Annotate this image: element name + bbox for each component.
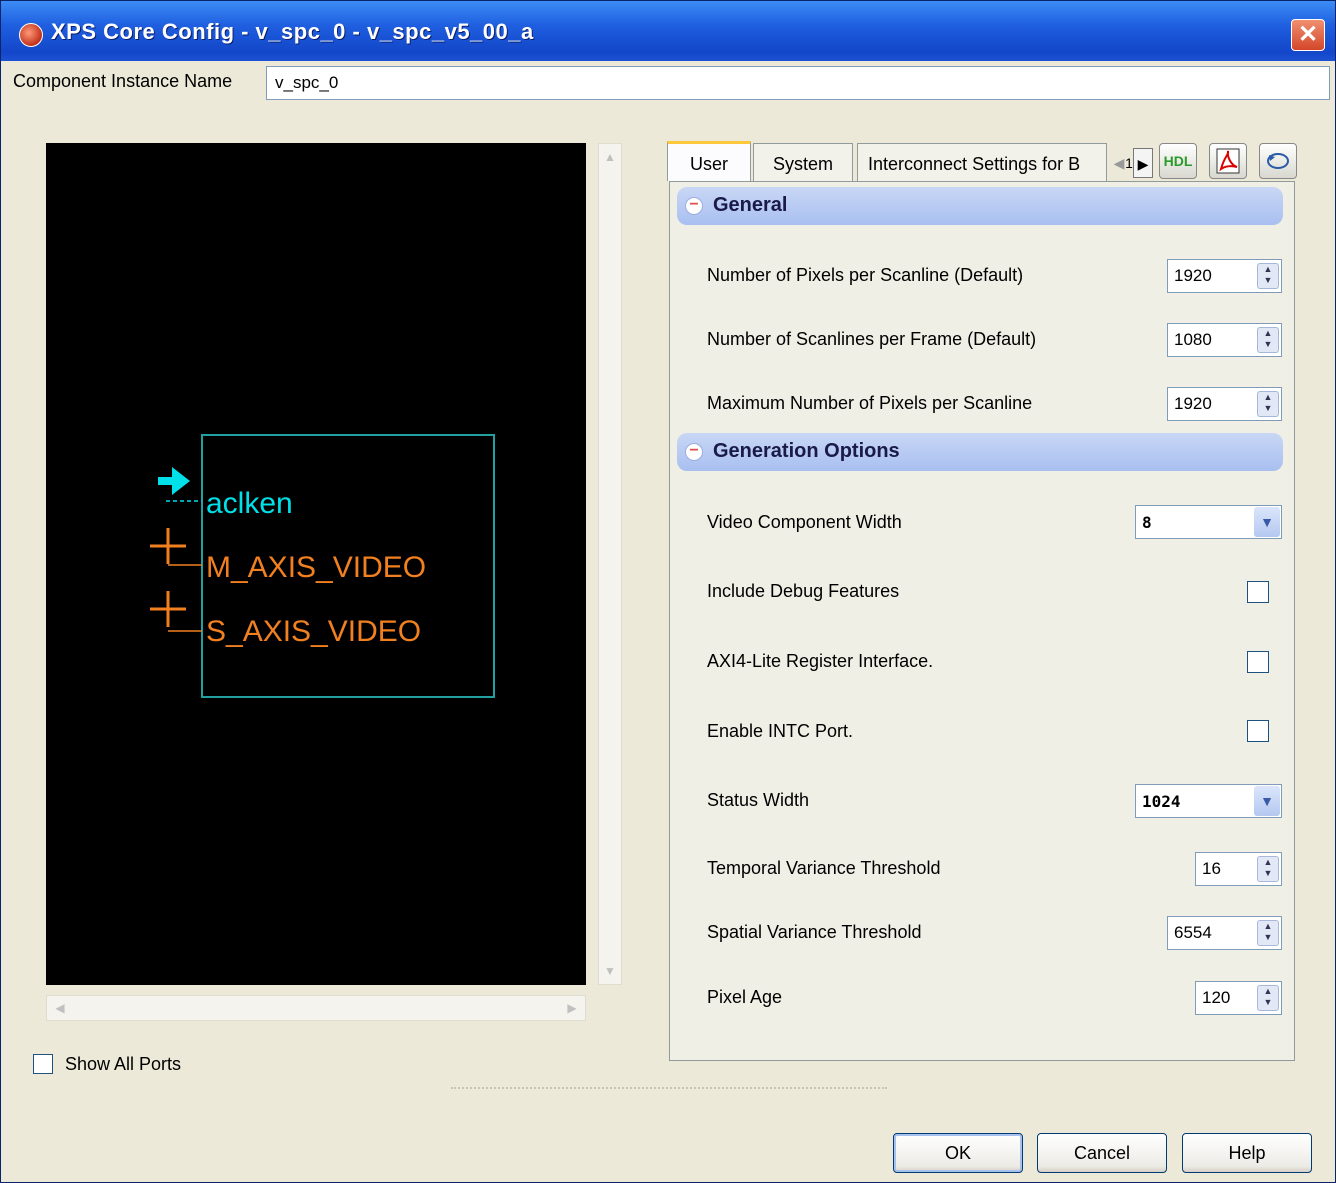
show-all-ports-label: Show All Ports: [65, 1054, 182, 1074]
window-title: XPS Core Config - v_spc_0 - v_spc_v5_00_…: [51, 19, 534, 44]
value: 1920: [1174, 266, 1212, 285]
spinner-temporal-threshold[interactable]: 16 ▲ ▼: [1195, 852, 1282, 886]
spin-arrows-icon[interactable]: ▲ ▼: [1257, 263, 1279, 289]
app-icon: [19, 23, 43, 47]
tab-scroll-right-icon[interactable]: ▶: [1133, 148, 1153, 178]
value: 6554: [1174, 923, 1212, 942]
symbol-preview[interactable]: aclken M_AXIS_VIDEO S_AXIS_VIDEO: [46, 143, 586, 985]
m-axis-plus-icon: [150, 528, 186, 564]
hdl-icon[interactable]: HDL: [1159, 143, 1197, 179]
scroll-left-icon[interactable]: ◀: [51, 999, 69, 1017]
label-max-pixels-per-scanline: Maximum Number of Pixels per Scanline: [707, 393, 1033, 413]
value: 8: [1142, 513, 1152, 532]
checkbox-enable-intc[interactable]: [1247, 720, 1269, 742]
title-bar[interactable]: XPS Core Config - v_spc_0 - v_spc_v5_00_…: [1, 1, 1335, 61]
section-generation-title: Generation Options: [713, 440, 900, 462]
spinner-pixels-per-scanline[interactable]: 1920 ▲ ▼: [1167, 259, 1282, 293]
port-aclken: aclken: [206, 487, 293, 520]
chevron-down-icon[interactable]: ▼: [1254, 786, 1280, 816]
close-button[interactable]: ✕: [1291, 19, 1325, 51]
collapse-icon[interactable]: −: [685, 197, 703, 215]
spinner-pixel-age[interactable]: 120 ▲ ▼: [1195, 981, 1282, 1015]
spin-arrows-icon[interactable]: ▲ ▼: [1257, 391, 1279, 417]
value: 1080: [1174, 330, 1212, 349]
help-button[interactable]: Help: [1182, 1133, 1312, 1173]
spin-arrows-icon[interactable]: ▲ ▼: [1257, 920, 1279, 946]
section-generation-header[interactable]: − Generation Options: [677, 433, 1283, 471]
label-axi4-lite: AXI4-Lite Register Interface.: [707, 651, 934, 671]
preview-horizontal-scrollbar[interactable]: ◀ ▶: [46, 995, 586, 1021]
symbol-diagram: aclken M_AXIS_VIDEO S_AXIS_VIDEO: [150, 434, 495, 698]
scroll-right-icon[interactable]: ▶: [563, 999, 581, 1017]
tab-user[interactable]: User: [667, 141, 751, 181]
ok-button[interactable]: OK: [893, 1133, 1023, 1173]
port-m-axis-video: M_AXIS_VIDEO: [206, 551, 426, 584]
value: 16: [1202, 859, 1221, 878]
pdf-datasheet-icon[interactable]: [1209, 143, 1247, 179]
label-include-debug: Include Debug Features: [707, 581, 900, 601]
scroll-down-icon[interactable]: ▼: [601, 962, 619, 980]
checkbox-axi4-lite[interactable]: [1247, 651, 1269, 673]
label-video-component-width: Video Component Width: [707, 512, 902, 532]
show-all-ports-checkbox[interactable]: [33, 1054, 53, 1074]
tab-interconnect-settings[interactable]: Interconnect Settings for B: [857, 143, 1107, 181]
port-s-axis-video: S_AXIS_VIDEO: [206, 615, 421, 648]
spin-arrows-icon[interactable]: ▲ ▼: [1257, 327, 1279, 353]
section-general-title: General: [713, 194, 788, 216]
label-status-width: Status Width: [707, 790, 810, 810]
value: 120: [1202, 988, 1231, 1007]
splitter-handle[interactable]: [451, 1087, 887, 1091]
label-pixels-per-scanline: Number of Pixels per Scanline (Default): [707, 265, 1024, 285]
section-general-header[interactable]: − General: [677, 187, 1283, 225]
s-axis-plus-icon: [150, 591, 186, 627]
value: 1920: [1174, 394, 1212, 413]
preview-vertical-scrollbar[interactable]: ▲ ▼: [598, 143, 622, 985]
spinner-scanlines-per-frame[interactable]: 1080 ▲ ▼: [1167, 323, 1282, 357]
label-enable-intc: Enable INTC Port.: [707, 721, 854, 741]
aclken-arrow-icon: [158, 467, 190, 495]
label-temporal-threshold: Temporal Variance Threshold: [707, 858, 941, 878]
instance-name-label: Component Instance Name: [13, 71, 233, 91]
select-video-component-width[interactable]: 8 ▼: [1135, 505, 1282, 539]
chevron-down-icon[interactable]: ▼: [1254, 507, 1280, 537]
spinner-spatial-threshold[interactable]: 6554 ▲ ▼: [1167, 916, 1282, 950]
refresh-icon[interactable]: [1259, 143, 1297, 179]
spin-arrows-icon[interactable]: ▲ ▼: [1257, 985, 1279, 1011]
label-pixel-age: Pixel Age: [707, 987, 783, 1007]
collapse-icon[interactable]: −: [685, 443, 703, 461]
label-spatial-threshold: Spatial Variance Threshold: [707, 922, 922, 942]
cancel-button[interactable]: Cancel: [1037, 1133, 1167, 1173]
spinner-max-pixels-per-scanline[interactable]: 1920 ▲ ▼: [1167, 387, 1282, 421]
scroll-up-icon[interactable]: ▲: [601, 148, 619, 166]
value: 1024: [1142, 792, 1181, 811]
spin-arrows-icon[interactable]: ▲ ▼: [1257, 856, 1279, 882]
tab-system[interactable]: System: [753, 143, 853, 181]
checkbox-include-debug[interactable]: [1247, 581, 1269, 603]
instance-name-input[interactable]: [266, 66, 1330, 100]
select-status-width[interactable]: 1024 ▼: [1135, 784, 1282, 818]
xps-core-config-window: XPS Core Config - v_spc_0 - v_spc_v5_00_…: [0, 0, 1336, 1183]
label-scanlines-per-frame: Number of Scanlines per Frame (Default): [707, 329, 1037, 349]
